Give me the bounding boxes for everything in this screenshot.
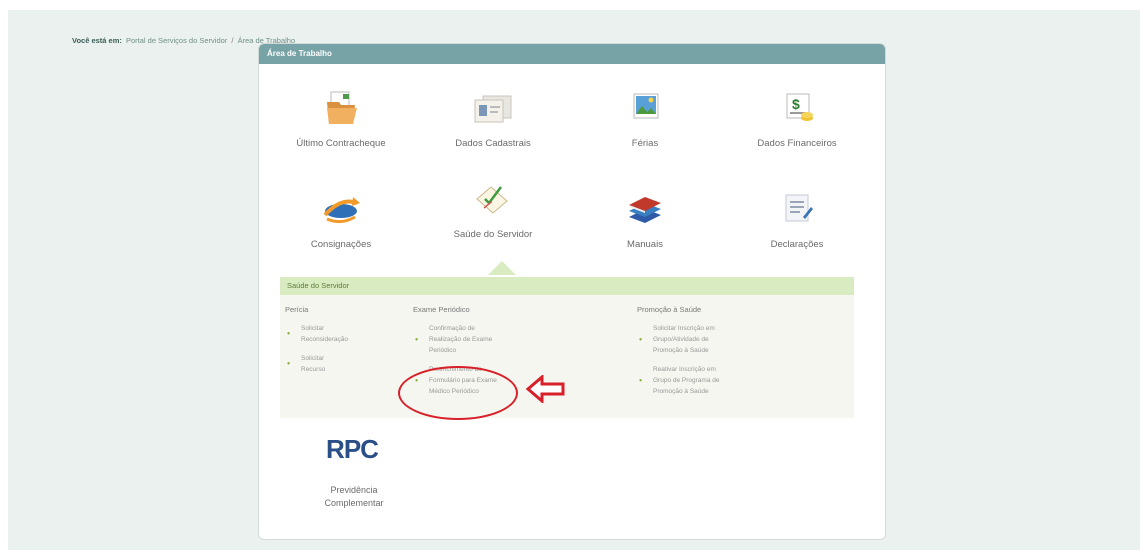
item-line: Periódico [429,347,457,354]
globe-arrow-icon [323,197,360,224]
svg-text:$: $ [792,96,800,112]
item-line: Recurso [301,366,326,373]
submenu-saude: Saúde do Servidor Perícia Solicitar Reco… [280,277,854,418]
column-title: Exame Periódico [413,305,470,314]
tile-saude-do-servidor[interactable]: Saúde do Servidor [423,179,563,240]
highlight-circle [398,366,518,420]
breadcrumb-link-portal[interactable]: Portal de Serviços do Servidor [126,36,227,45]
link-solicitar-recurso[interactable]: Exame Periódico Solicitar Recurso [285,353,405,375]
item-line: Grupo/Atividade de [653,336,709,343]
pointer-arrow-icon [526,375,565,403]
breadcrumb-separator: / [231,36,234,45]
link-solicitar-reconsideracao[interactable]: Solicitar Reconsideração [285,323,405,345]
column-title: Promoção à Saúde [637,305,702,314]
tile-ultimo-contracheque[interactable]: Último Contracheque [271,88,411,149]
tile-consignacoes[interactable]: Consignações [271,189,411,250]
folder-icon [327,91,357,124]
tile-label: Declarações [770,239,824,250]
column-title: Perícia [285,305,309,314]
tile-label: Manuais [627,239,663,250]
item-line: Realização de Exame [429,336,493,343]
submenu-column-promocao-saude: Promoção à Saúde Solicitar Inscrição em … [637,305,777,405]
submenu-column-pericia: Perícia Solicitar Reconsideração Exame P… [285,305,405,383]
panel-title: Área de Trabalho [259,44,885,64]
tile-label: Consignações [310,239,372,250]
rpc-logo[interactable]: RPC [307,434,397,465]
vacation-photo-icon [633,93,659,119]
item-line: Grupo de Programa de [653,377,720,384]
link-confirmacao-exame[interactable]: Confirmação de Realização de Exame Perió… [413,323,553,356]
tile-previdencia-complementar[interactable]: Previdência Complementar [299,484,409,510]
link-reativar-inscricao[interactable]: Reativar Inscrição em Grupo de Programa … [637,364,777,397]
item-line: Solicitar [301,325,325,332]
books-icon [629,197,661,223]
item-line: Promoção à Saúde [653,388,709,395]
tile-label-line1: Previdência [330,485,378,495]
breadcrumb-lead: Você está em: [72,36,122,45]
tile-label-line2: Complementar [324,498,384,508]
submenu-title: Saúde do Servidor [280,277,854,295]
item-line: Promoção à Saúde [653,347,709,354]
item-line: Confirmação de [429,325,475,332]
tile-declaracoes[interactable]: Declarações [727,189,867,250]
tile-dados-cadastrais[interactable]: Dados Cadastrais [423,88,563,149]
tile-label: Dados Cadastrais [455,138,531,149]
item-line: Solicitar [301,355,325,362]
workspace-panel: Área de Trabalho Último Contracheque Dad… [258,43,886,540]
id-cards-icon [474,95,512,123]
tile-label: Último Contracheque [296,138,386,149]
checklist-icon [476,186,508,214]
tile-label: Dados Financeiros [757,138,837,149]
tile-ferias[interactable]: Férias [575,88,715,149]
item-line: Reativar Inscrição em [653,366,716,373]
submenu-pointer [488,261,516,275]
item-line: Solicitar Inscrição em [653,325,715,332]
money-icon: $ [786,93,813,121]
tile-dados-financeiros[interactable]: $ Dados Financeiros [727,88,867,149]
link-solicitar-inscricao[interactable]: Solicitar Inscrição em Grupo/Atividade d… [637,323,777,356]
tile-label: Férias [631,138,659,149]
item-line: Reconsideração [301,336,348,343]
tile-manuais[interactable]: Manuais [575,189,715,250]
tile-label: Saúde do Servidor [453,229,533,240]
document-pen-icon [785,194,813,222]
